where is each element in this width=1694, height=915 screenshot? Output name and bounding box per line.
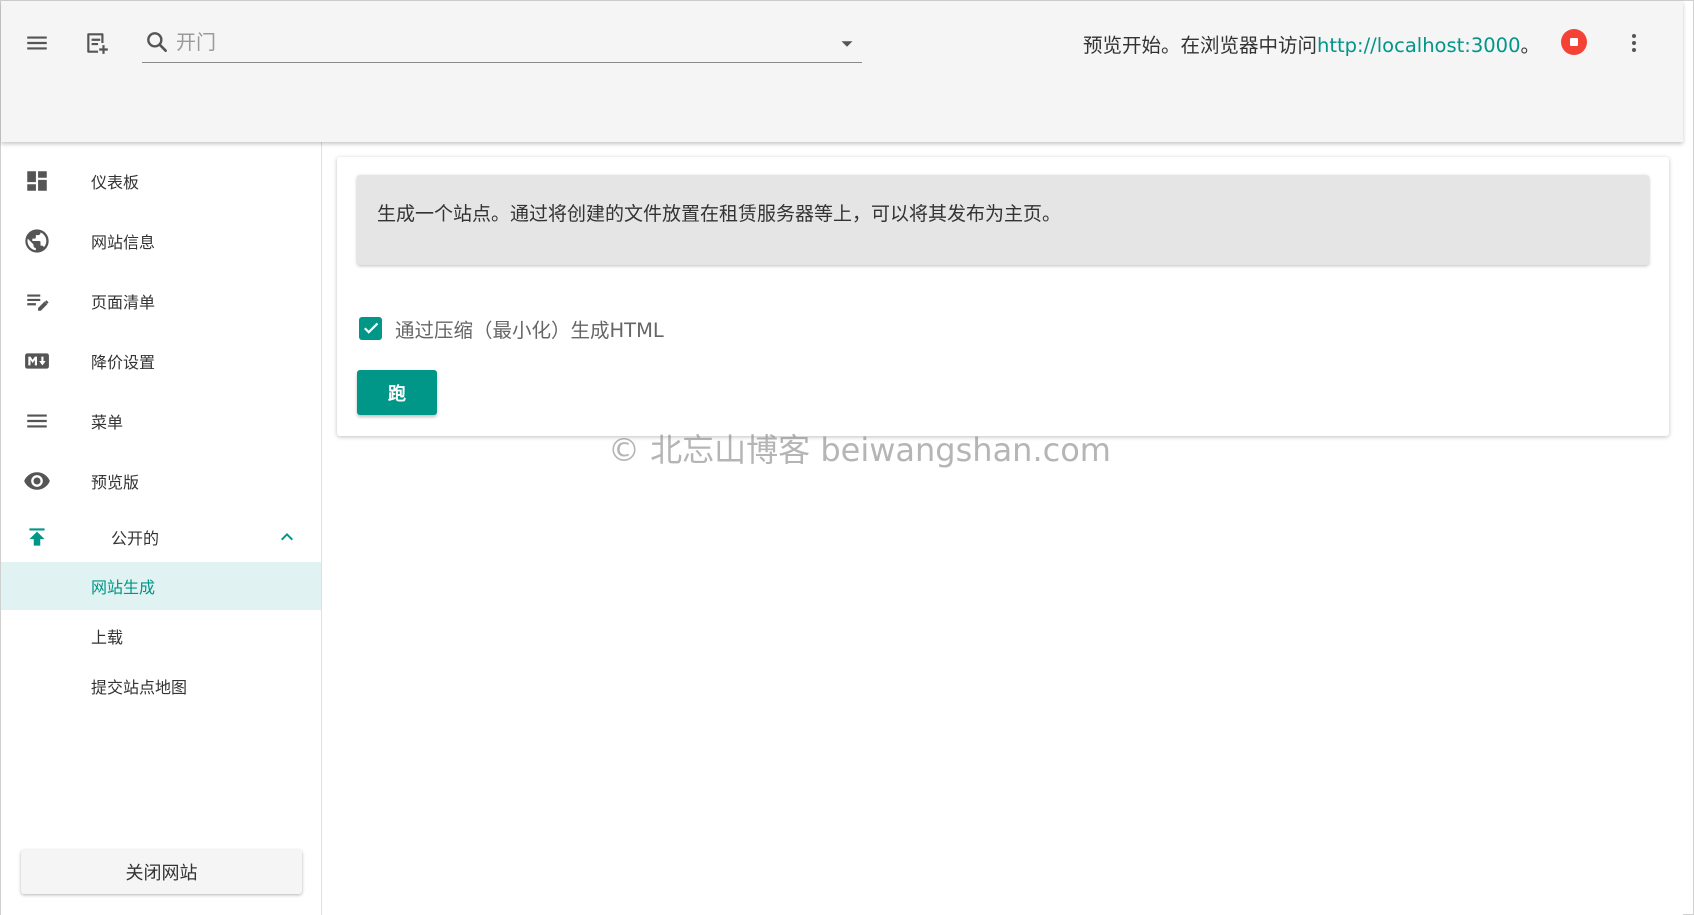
preview-status-text: 预览开始。在浏览器中访问http://localhost:3000。 (1083, 29, 1540, 58)
dropdown-arrow-icon[interactable] (836, 33, 858, 55)
top-app-bar: 预览开始。在浏览器中访问http://localhost:3000。 (1, 1, 1683, 142)
run-button[interactable]: 跑 (357, 370, 437, 415)
main-content: 生成一个站点。通过将创建的文件放置在租赁服务器等上，可以将其发布为主页。 通过压… (322, 142, 1683, 915)
sidebar-item-site-info[interactable]: 网站信息 (1, 213, 321, 269)
more-options-button[interactable] (1619, 23, 1649, 63)
note-add-icon (87, 33, 108, 54)
minify-checkbox-label: 通过压缩（最小化）生成HTML (395, 318, 664, 342)
site-generate-card: 生成一个站点。通过将创建的文件放置在租赁服务器等上，可以将其发布为主页。 通过压… (337, 157, 1669, 436)
eye-icon (23, 467, 51, 495)
sidebar-item-label: 预览版 (91, 473, 140, 492)
more-vert-icon (1632, 34, 1636, 52)
minify-html-option[interactable]: 通过压缩（最小化）生成HTML (359, 313, 664, 343)
edit-list-icon (23, 287, 51, 315)
chevron-up-icon[interactable] (275, 525, 299, 549)
site-search-field[interactable] (142, 23, 862, 63)
sidebar: 仪表板 网站信息 页面清单 降价设置 菜单 预览版 公开的 网站生成 上载 提交… (1, 142, 322, 915)
new-post-button[interactable] (75, 23, 119, 63)
sidebar-item-markdown-settings[interactable]: 降价设置 (1, 333, 321, 389)
hamburger-menu-button[interactable] (15, 23, 59, 63)
sidebar-subitem-site-generate[interactable]: 网站生成 (1, 562, 321, 610)
sidebar-item-label: 菜单 (91, 413, 124, 432)
markdown-icon (23, 347, 51, 375)
preview-status-prefix: 预览开始。在浏览器中访问 (1083, 34, 1318, 57)
menu-icon (23, 407, 51, 435)
hamburger-icon (27, 36, 47, 50)
watermark: © 北忘山博客 beiwangshan.com (608, 431, 1111, 469)
sidebar-subitem-label: 上载 (91, 628, 124, 647)
info-box: 生成一个站点。通过将创建的文件放置在租赁服务器等上，可以将其发布为主页。 (357, 175, 1649, 265)
sidebar-item-label: 页面清单 (91, 293, 156, 312)
publish-icon (23, 523, 51, 551)
sidebar-item-preview[interactable]: 预览版 (1, 453, 321, 509)
sidebar-subitem-label: 提交站点地图 (91, 678, 188, 697)
sidebar-group-label: 公开的 (111, 529, 160, 548)
sidebar-item-label: 降价设置 (91, 353, 156, 372)
sidebar-group-publish[interactable]: 公开的 (1, 509, 321, 565)
preview-status-suffix: 。 (1520, 34, 1540, 57)
search-input[interactable] (176, 27, 816, 57)
sidebar-item-label: 网站信息 (91, 233, 156, 252)
sidebar-subitem-upload[interactable]: 上载 (1, 612, 321, 660)
sidebar-item-page-list[interactable]: 页面清单 (1, 273, 321, 329)
close-site-button[interactable]: 关闭网站 (21, 850, 302, 894)
sidebar-subitem-submit-sitemap[interactable]: 提交站点地图 (1, 662, 321, 710)
app-window: 预览开始。在浏览器中访问http://localhost:3000。 仪表板 (0, 0, 1694, 915)
stop-preview-button[interactable] (1557, 25, 1591, 59)
sidebar-item-dashboard[interactable]: 仪表板 (1, 153, 321, 209)
sidebar-subitem-label: 网站生成 (91, 578, 156, 597)
sidebar-item-label: 仪表板 (91, 173, 140, 192)
info-text: 生成一个站点。通过将创建的文件放置在租赁服务器等上，可以将其发布为主页。 (377, 203, 1062, 225)
minify-checkbox[interactable] (359, 316, 382, 340)
check-icon (363, 322, 378, 334)
globe-icon (23, 227, 51, 255)
stop-icon (1561, 29, 1587, 55)
sidebar-item-menu[interactable]: 菜单 (1, 393, 321, 449)
preview-url-link[interactable]: http://localhost:3000 (1317, 34, 1520, 57)
search-icon (144, 29, 170, 55)
dashboard-icon (23, 167, 51, 195)
